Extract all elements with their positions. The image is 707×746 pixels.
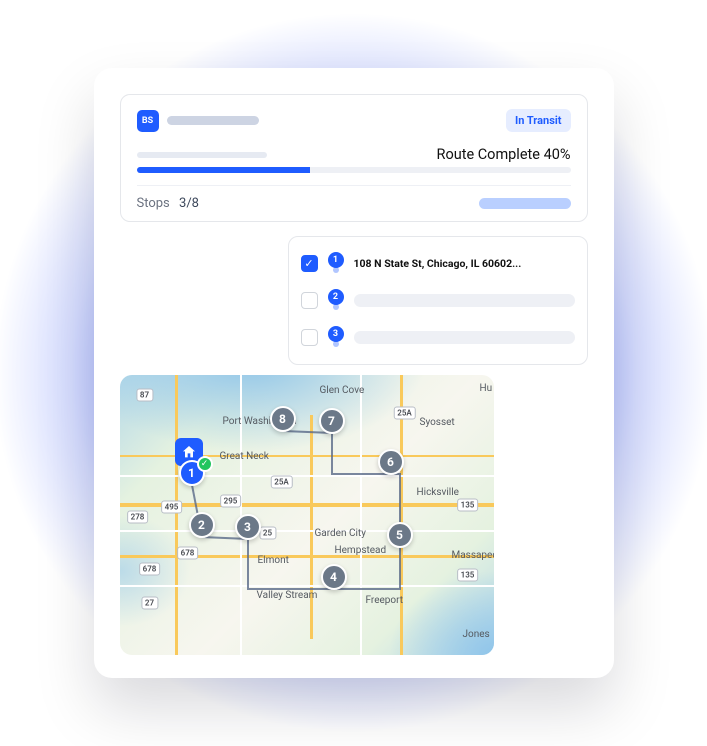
stops-count: Stops 3/8 (137, 196, 200, 211)
map-pin-number: 8 (270, 406, 296, 432)
route-complete-row: Route Complete 40% (137, 146, 571, 163)
stop-pin-icon: 3 (328, 326, 344, 349)
city-label: Valley Stream (257, 590, 318, 601)
map-pin[interactable]: 8 (270, 406, 296, 438)
stop-checkbox[interactable] (301, 255, 318, 272)
city-label: Glen Cove (320, 385, 365, 396)
city-label: Elmont (258, 555, 289, 566)
stops-panel: 1 108 N State St, Chicago, IL 60602... 2… (288, 236, 588, 365)
map-pin[interactable]: 5 (387, 522, 413, 554)
home-icon (181, 444, 197, 460)
map-pin-number: 7 (319, 408, 345, 434)
route-shield-icon: 25 (259, 527, 276, 540)
city-label: Syosset (420, 417, 455, 428)
progress-fill (137, 167, 311, 173)
map-pin-number: 3 (235, 514, 261, 540)
eta-placeholder (479, 198, 571, 209)
progress-bar (137, 167, 571, 173)
status-badge: In Transit (506, 109, 570, 132)
city-label: Jones (463, 629, 490, 640)
route-shield-icon: 87 (136, 389, 153, 402)
route-shield-icon: 278 (127, 511, 149, 524)
stops-summary: Stops 3/8 (137, 185, 571, 211)
route-shield-icon: 678 (177, 547, 199, 560)
route-description-placeholder (137, 152, 267, 158)
map-pin[interactable]: 2 (189, 512, 215, 544)
stop-checkbox[interactable] (301, 292, 318, 309)
check-icon: ✓ (197, 456, 213, 472)
route-shield-icon: 295 (220, 495, 242, 508)
city-label: Hicksville (417, 487, 459, 498)
driver-header: BS In Transit (137, 109, 571, 132)
city-label: Garden City (315, 528, 366, 539)
map-pin[interactable]: 6 (378, 449, 404, 481)
stop-checkbox[interactable] (301, 329, 318, 346)
route-shield-icon: 678 (139, 563, 161, 576)
stop-pin-icon: 2 (328, 289, 344, 312)
city-label: Hempstead (335, 545, 387, 556)
map-pin[interactable]: 1✓ (179, 460, 205, 492)
map-pin-number: 2 (189, 512, 215, 538)
route-shield-icon: 495 (161, 501, 183, 514)
stop-address: 108 N State St, Chicago, IL 60602... (354, 257, 522, 270)
driver-name-placeholder (167, 116, 259, 125)
route-shield-icon: 25A (270, 476, 292, 489)
stop-address-placeholder (354, 294, 575, 307)
stop-row[interactable]: 1 108 N State St, Chicago, IL 60602... (301, 245, 575, 282)
route-complete-label: Route Complete 40% (437, 146, 571, 163)
route-shield-icon: 25A (393, 407, 415, 420)
stop-address-placeholder (354, 331, 575, 344)
route-map[interactable]: Glen Cove Syosset Port Washington Great … (120, 375, 494, 655)
driver-identity: BS (137, 110, 259, 132)
map-pin-number: 4 (321, 564, 347, 590)
stop-row[interactable]: 3 (301, 319, 575, 356)
route-shield-icon: 135 (457, 569, 479, 582)
map-pin[interactable]: 4 (321, 564, 347, 596)
city-label: Hu (480, 383, 493, 394)
map-pin[interactable]: 7 (319, 408, 345, 440)
map-pin-number: 6 (378, 449, 404, 475)
city-label: Great Neck (220, 451, 269, 462)
city-label: Freeport (366, 595, 404, 606)
city-label: Massaped (452, 550, 494, 561)
avatar: BS (137, 110, 159, 132)
route-shield-icon: 27 (141, 597, 158, 610)
stop-row[interactable]: 2 (301, 282, 575, 319)
route-shield-icon: 135 (457, 499, 479, 512)
driver-panel: BS In Transit Route Complete 40% Stops 3… (120, 94, 588, 222)
map-pin[interactable]: 3 (235, 514, 261, 546)
map-pin-number: 5 (387, 522, 413, 548)
app-card: BS In Transit Route Complete 40% Stops 3… (94, 68, 614, 678)
stop-pin-icon: 1 (328, 252, 344, 275)
